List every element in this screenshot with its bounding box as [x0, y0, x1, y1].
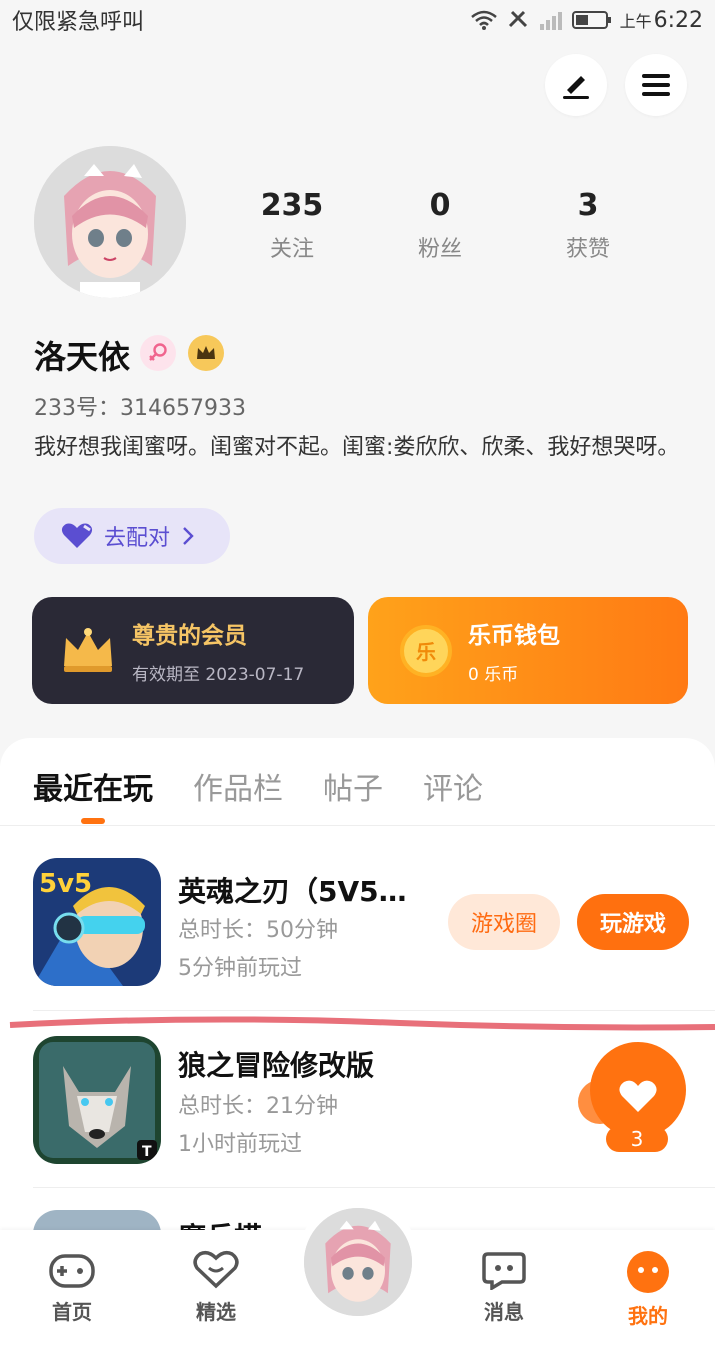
stat-followers[interactable]: 0 粉丝 — [380, 188, 500, 263]
menu-icon — [642, 74, 670, 96]
avatar — [304, 1208, 412, 1316]
edit-profile-button[interactable] — [545, 54, 607, 116]
play-game-button[interactable]: 玩游戏 — [577, 894, 689, 950]
chevron-right-icon — [183, 527, 194, 545]
stat-value: 3 — [577, 188, 599, 223]
game-icon: 5v5 — [33, 858, 161, 986]
svg-text:5v5: 5v5 — [39, 869, 92, 899]
pen-icon — [563, 76, 589, 99]
me-icon — [627, 1251, 669, 1293]
nav-messages[interactable]: 消息 — [459, 1250, 549, 1325]
nav-label: 精选 — [196, 1300, 236, 1324]
game-circle-button[interactable]: 游戏圈 — [448, 894, 560, 950]
nav-me[interactable]: 我的 — [603, 1250, 693, 1329]
battery-icon — [571, 11, 611, 29]
tab-works[interactable]: 作品栏 — [193, 764, 283, 808]
tab-recent[interactable]: 最近在玩 — [33, 764, 153, 808]
divider — [33, 1187, 715, 1188]
game-name: 狼之冒险修改版 — [178, 1049, 375, 1082]
tab-indicator — [81, 818, 105, 824]
pair-label: 去配对 — [104, 526, 171, 551]
no-call-icon — [508, 10, 527, 28]
stat-value: 0 — [429, 188, 451, 223]
heart-chat-icon — [193, 1250, 239, 1289]
crown-icon — [188, 335, 224, 371]
gamepad-icon — [49, 1254, 95, 1288]
nav-label: 首页 — [52, 1300, 92, 1324]
female-icon — [140, 335, 176, 371]
clock: 上午6:22 — [619, 7, 703, 33]
stat-likes[interactable]: 3 获赞 — [528, 188, 648, 263]
tab-bar: 最近在玩 作品栏 帖子 评论 — [0, 738, 715, 826]
user-id: 233号：314657933 — [34, 396, 246, 421]
status-icons: 上午6:22 — [470, 8, 703, 33]
message-icon — [482, 1252, 526, 1290]
vip-card[interactable]: 尊贵的会员 有效期至 2023-07-17 — [32, 597, 354, 704]
list-item[interactable]: 5v5 英魂之刃（5V5英… 总时长：50分钟 5分钟前玩过 游戏圈 玩游戏 — [0, 842, 715, 1018]
nav-avatar-button[interactable] — [296, 1200, 420, 1324]
stat-label: 获赞 — [565, 237, 610, 262]
stat-value: 235 — [260, 188, 324, 223]
stat-following[interactable]: 235 关注 — [232, 188, 352, 263]
coin-icon: 乐 — [400, 624, 452, 677]
nav-featured[interactable]: 精选 — [171, 1250, 261, 1325]
like-count: 3 — [630, 1127, 644, 1151]
menu-button[interactable] — [625, 54, 687, 116]
tab-posts[interactable]: 帖子 — [323, 764, 383, 808]
vip-expiry: 有效期至 2023-07-17 — [132, 665, 305, 685]
status-bar: 仅限紧急呼叫 上午6:22 — [0, 0, 715, 40]
like-float-button[interactable]: 3 — [578, 1040, 690, 1152]
nav-home[interactable]: 首页 — [27, 1250, 117, 1325]
vip-crown-icon — [64, 627, 112, 672]
game-duration: 总时长：21分钟 — [178, 1094, 338, 1119]
game-duration: 总时长：50分钟 — [178, 918, 338, 943]
stat-label: 关注 — [269, 237, 314, 262]
carrier-text: 仅限紧急呼叫 — [12, 10, 145, 35]
heart-icon — [61, 523, 93, 548]
user-name: 洛天依 — [34, 338, 131, 376]
signal-icon — [539, 12, 562, 30]
wifi-icon — [470, 10, 497, 30]
profile-page: 仅限紧急呼叫 上午6:22 235 关注 0 粉丝 3 获赞 洛天依 233号：… — [0, 0, 715, 1349]
game-last-played: 1小时前玩过 — [178, 1132, 302, 1157]
tab-comments[interactable]: 评论 — [423, 764, 483, 808]
game-last-played: 5分钟前玩过 — [178, 956, 302, 981]
game-name: 英魂之刃（5V5英… — [178, 875, 428, 908]
wallet-card[interactable]: 乐 乐币钱包 0 乐币 — [368, 597, 688, 704]
wallet-balance: 0 乐币 — [468, 665, 519, 685]
avatar[interactable] — [34, 146, 186, 298]
nav-label: 消息 — [484, 1300, 524, 1324]
avatar-illustration — [34, 146, 186, 298]
game-icon: T — [33, 1036, 161, 1164]
vip-title: 尊贵的会员 — [132, 623, 247, 649]
user-bio: 我好想我闺蜜呀。闺蜜对不起。闺蜜:娄欣欣、欣柔、我好想哭呀。 — [34, 435, 680, 460]
svg-text:T: T — [142, 1144, 152, 1160]
stat-label: 粉丝 — [417, 237, 462, 262]
pair-button[interactable]: 去配对 — [34, 508, 230, 564]
nav-label: 我的 — [628, 1304, 668, 1328]
wallet-title: 乐币钱包 — [468, 623, 560, 649]
